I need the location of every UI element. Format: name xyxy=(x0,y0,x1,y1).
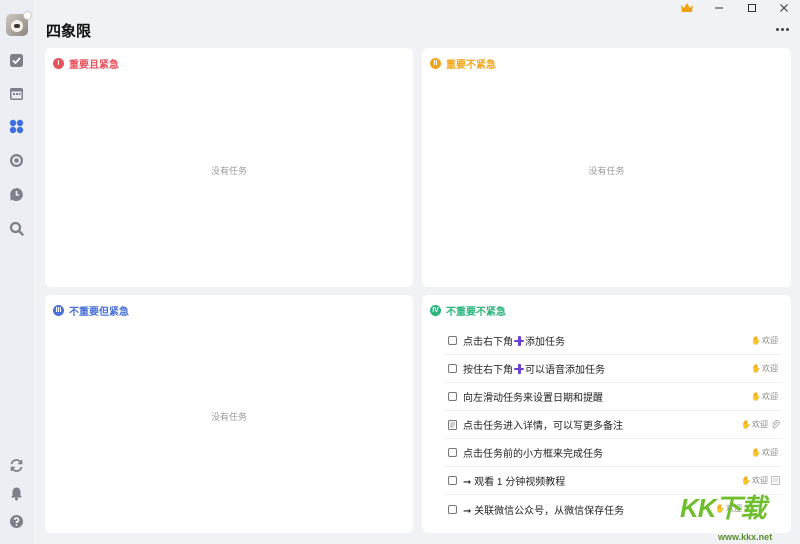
plus-icon xyxy=(514,363,524,374)
close-icon[interactable] xyxy=(769,0,799,16)
watermark-url: www.kkx.net xyxy=(718,532,773,542)
task-tag[interactable]: ✋ 欢迎 xyxy=(751,391,778,402)
search-icon[interactable] xyxy=(8,220,25,237)
wave-hand-icon: ✋ xyxy=(751,364,761,373)
task-item[interactable]: 点击任务进入详情，可以写更多备注 ✋ 欢迎 xyxy=(444,411,782,439)
plus-icon xyxy=(514,335,524,346)
sidebar xyxy=(0,0,34,544)
clock-icon[interactable] xyxy=(8,186,25,203)
task-checkbox[interactable] xyxy=(448,504,457,514)
task-title: 点击任务进入详情，可以写更多备注 xyxy=(463,421,623,432)
quadrant-header: I 重要且紧急 xyxy=(53,56,119,71)
wave-hand-icon: ✋ xyxy=(751,392,761,401)
empty-state: 没有任务 xyxy=(210,166,247,176)
quadrant-important-urgent[interactable]: I 重要且紧急 没有任务 xyxy=(45,48,413,287)
quadrant-badge-icon: III xyxy=(53,305,64,316)
task-tag[interactable]: ✋ 欢迎 xyxy=(751,447,778,458)
task-title: 向左滑动任务来设置日期和提醒 xyxy=(463,393,603,404)
watermark-logo: KK下载 www.kkx.net xyxy=(680,486,798,544)
crown-icon[interactable] xyxy=(680,1,694,13)
attachment-icon xyxy=(772,420,780,429)
page-title: 四象限 xyxy=(46,23,92,40)
task-item[interactable]: 按住右下角 可以语音添加任务 ✋ 欢迎 xyxy=(444,355,782,383)
quadrant-title: 重要且紧急 xyxy=(69,60,119,71)
quadrant-badge-icon: II xyxy=(430,58,441,69)
minimize-icon[interactable] xyxy=(704,0,734,16)
check-square-icon[interactable] xyxy=(8,52,25,69)
help-icon[interactable] xyxy=(8,513,25,530)
task-item[interactable]: 向左滑动任务来设置日期和提醒 ✋ 欢迎 xyxy=(444,383,782,411)
quadrant-title: 不重要但紧急 xyxy=(69,307,129,318)
avatar-status-icon xyxy=(23,11,32,20)
task-checkbox[interactable] xyxy=(448,364,457,373)
task-title: 点击右下角 添加任务 xyxy=(463,335,565,348)
watermark-brand: KK下载 xyxy=(680,493,767,523)
task-checkbox[interactable] xyxy=(448,448,457,457)
calendar-icon[interactable] xyxy=(8,85,25,102)
wave-hand-icon: ✋ xyxy=(741,420,751,429)
task-checkbox[interactable] xyxy=(448,476,457,485)
empty-state: 没有任务 xyxy=(588,166,625,176)
quadrant-header: IV 不重要不紧急 xyxy=(430,303,506,318)
empty-state: 没有任务 xyxy=(210,412,247,422)
maximize-icon[interactable] xyxy=(737,0,767,16)
quadrant-not-important-urgent[interactable]: III 不重要但紧急 没有任务 xyxy=(45,295,413,533)
wave-hand-icon: ✋ xyxy=(751,336,761,345)
wave-hand-icon: ✋ xyxy=(741,476,751,485)
task-item[interactable]: 点击右下角 添加任务 ✋ 欢迎 xyxy=(444,327,782,355)
quadrant-title: 不重要不紧急 xyxy=(446,307,506,318)
note-icon xyxy=(771,476,780,485)
task-tag[interactable]: ✋ 欢迎 xyxy=(741,475,768,486)
quadrant-badge-icon: I xyxy=(53,58,64,69)
task-checkbox[interactable] xyxy=(448,336,457,345)
note-checkbox-icon[interactable] xyxy=(448,419,457,430)
task-title: ➞ 观看 1 分钟视频教程 xyxy=(463,477,566,488)
task-item[interactable]: 点击任务前的小方框来完成任务 ✋ 欢迎 xyxy=(444,439,782,467)
quadrant-header: II 重要不紧急 xyxy=(430,56,496,71)
more-options-icon[interactable] xyxy=(774,24,790,34)
bell-icon[interactable] xyxy=(8,485,25,502)
wave-hand-icon: ✋ xyxy=(751,448,761,457)
quadrant-title: 重要不紧急 xyxy=(446,60,496,71)
quadrant-icon[interactable] xyxy=(8,118,25,135)
task-title: 点击任务前的小方框来完成任务 xyxy=(463,449,603,460)
quadrant-important-not-urgent[interactable]: II 重要不紧急 没有任务 xyxy=(422,48,791,287)
task-title: ➞ 关联微信公众号，从微信保存任务 xyxy=(463,505,625,517)
sync-icon[interactable] xyxy=(8,457,25,474)
quadrant-badge-icon: IV xyxy=(430,305,441,316)
quadrant-header: III 不重要但紧急 xyxy=(53,303,129,318)
task-title: 按住右下角 可以语音添加任务 xyxy=(463,363,605,376)
task-tag[interactable]: ✋ 欢迎 xyxy=(751,363,778,374)
focus-icon[interactable] xyxy=(8,152,25,169)
task-tag[interactable]: ✋ 欢迎 xyxy=(751,335,778,346)
task-checkbox[interactable] xyxy=(448,392,457,401)
task-tag[interactable]: ✋ 欢迎 xyxy=(741,419,768,430)
